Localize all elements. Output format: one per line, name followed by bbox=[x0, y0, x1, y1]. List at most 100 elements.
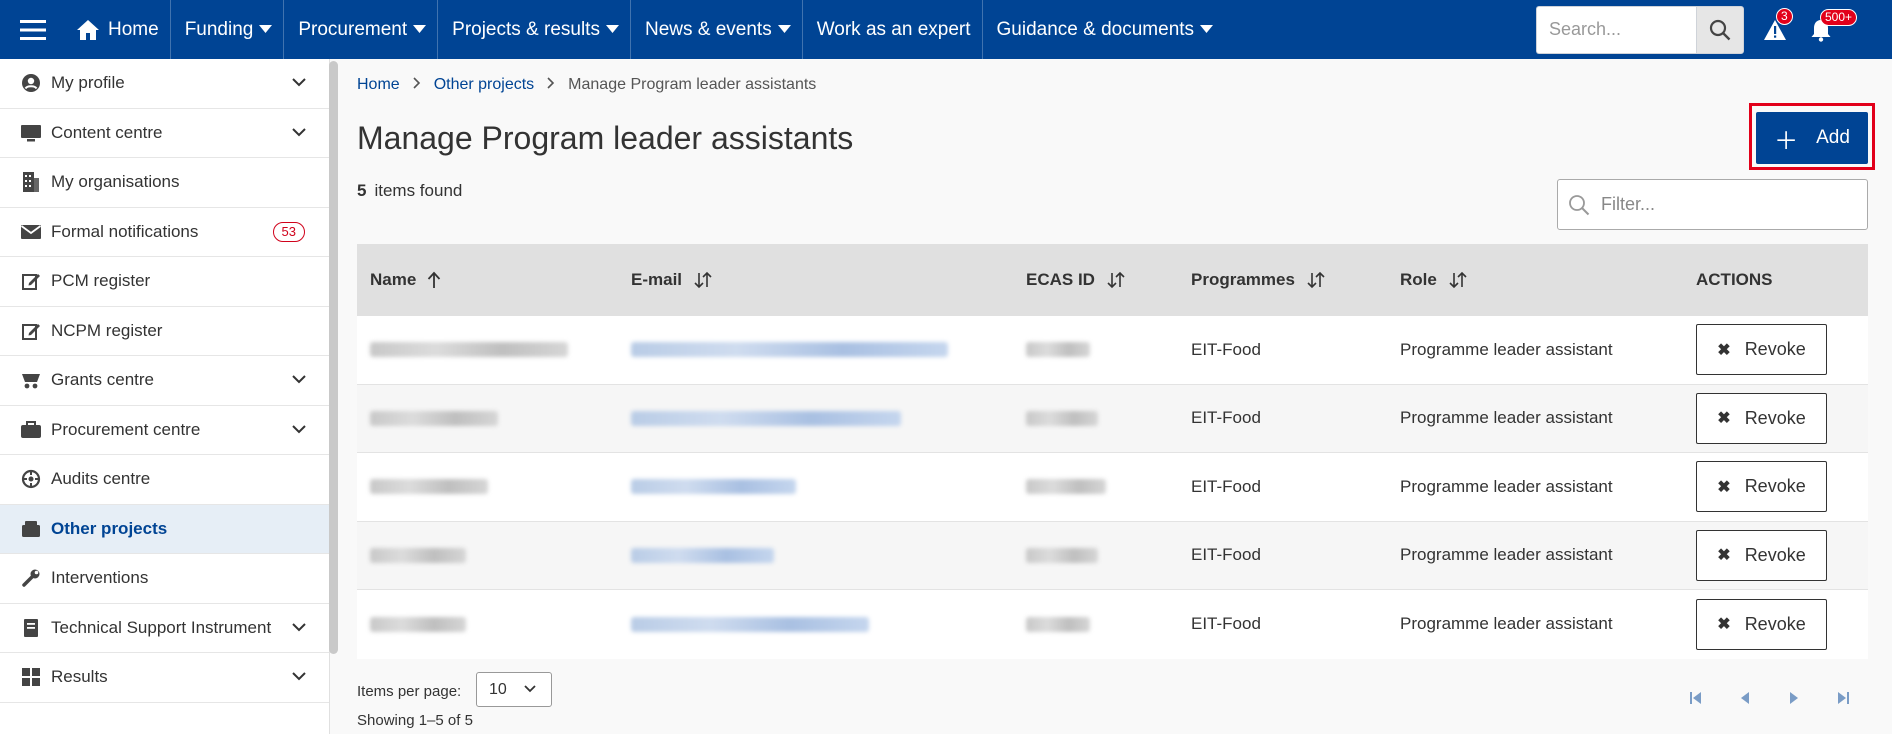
last-page-icon[interactable] bbox=[1835, 690, 1851, 706]
alerts-count-badge: 3 bbox=[1776, 8, 1793, 25]
items-per-page-select[interactable]: 10 bbox=[476, 672, 552, 707]
sidebar-item-audits-centre[interactable]: Audits centre bbox=[0, 455, 329, 505]
sidebar-item-procurement-centre[interactable]: Procurement centre bbox=[0, 406, 329, 455]
sort-icon bbox=[1107, 271, 1125, 289]
actions-cell: ✖ Revoke bbox=[1683, 453, 1868, 521]
breadcrumb-home-link[interactable]: Home bbox=[357, 76, 400, 94]
column-header-ecas-id[interactable]: ECAS ID bbox=[1013, 244, 1178, 316]
search-placeholder: Search... bbox=[1549, 19, 1622, 39]
alerts-button[interactable]: 3 bbox=[1752, 0, 1798, 59]
table-row: EIT-Food Programme leader assistant ✖ Rev… bbox=[357, 453, 1868, 522]
sidebar-item-my-organisations[interactable]: My organisations bbox=[0, 158, 329, 208]
notifications-count-badge: 500+ bbox=[1820, 9, 1858, 26]
column-header-label: Programmes bbox=[1191, 270, 1295, 289]
programme-cell: EIT-Food bbox=[1191, 476, 1261, 496]
sidebar-scrollbar[interactable] bbox=[329, 61, 338, 654]
chevron-down-icon bbox=[292, 622, 306, 631]
nav-guidance-documents[interactable]: Guidance & documents bbox=[983, 0, 1225, 59]
search-input[interactable]: Search... bbox=[1536, 5, 1696, 54]
add-button[interactable]: ＋ Add bbox=[1756, 112, 1868, 164]
items-per-page-value: 10 bbox=[489, 680, 507, 698]
column-header-programmes[interactable]: Programmes bbox=[1178, 244, 1387, 316]
column-header-name[interactable]: Name bbox=[357, 244, 618, 316]
close-icon: ✖ bbox=[1717, 616, 1731, 634]
wrench-icon bbox=[20, 567, 42, 589]
ecas-id-cell-redacted bbox=[1013, 590, 1178, 659]
sidebar-item-pcm-register[interactable]: PCM register bbox=[0, 257, 329, 307]
breadcrumb-other-projects-link[interactable]: Other projects bbox=[434, 76, 534, 94]
programme-cell: EIT-Food bbox=[1191, 408, 1261, 428]
ecas-id-cell-redacted bbox=[1013, 316, 1178, 384]
nav-guidance-documents-label: Guidance & documents bbox=[996, 18, 1195, 40]
revoke-label: Revoke bbox=[1744, 476, 1806, 497]
nav-funding[interactable]: Funding bbox=[171, 0, 285, 59]
ecas-id-cell-redacted bbox=[1013, 385, 1178, 453]
sidebar-item-label: Other projects bbox=[51, 518, 168, 538]
caret-down-icon bbox=[777, 25, 791, 33]
name-cell-redacted bbox=[357, 453, 618, 521]
sidebar-item-formal-notifications[interactable]: Formal notifications 53 bbox=[0, 208, 329, 257]
nav-procurement[interactable]: Procurement bbox=[284, 0, 439, 59]
chevron-down-icon bbox=[292, 424, 306, 433]
sidebar-item-technical-support-instrument[interactable]: Technical Support Instrument bbox=[0, 604, 329, 653]
next-page-icon[interactable] bbox=[1786, 690, 1802, 706]
chevron-down-icon bbox=[292, 78, 306, 87]
first-page-icon[interactable] bbox=[1688, 690, 1704, 706]
sort-icon bbox=[1449, 271, 1467, 289]
nav-work-as-expert-label: Work as an expert bbox=[816, 18, 971, 40]
search-button[interactable] bbox=[1696, 5, 1744, 54]
nav-work-as-expert[interactable]: Work as an expert bbox=[803, 0, 983, 59]
sidebar-item-my-profile[interactable]: My profile bbox=[0, 59, 329, 109]
notifications-count-badge: 53 bbox=[272, 221, 305, 242]
revoke-button[interactable]: ✖ Revoke bbox=[1696, 529, 1827, 581]
revoke-label: Revoke bbox=[1744, 339, 1806, 360]
sidebar: My profile Content centre My organisatio… bbox=[0, 59, 330, 734]
notifications-button[interactable]: 500+ bbox=[1798, 0, 1858, 59]
sidebar-item-label: Grants centre bbox=[51, 370, 154, 390]
previous-page-icon[interactable] bbox=[1737, 690, 1753, 706]
column-header-email[interactable]: E-mail bbox=[618, 244, 1013, 316]
revoke-button[interactable]: ✖ Revoke bbox=[1696, 461, 1827, 513]
sidebar-item-grants-centre[interactable]: Grants centre bbox=[0, 356, 329, 406]
breadcrumb: Home Other projects Manage Program leade… bbox=[357, 76, 816, 94]
name-cell-redacted bbox=[357, 316, 618, 384]
sidebar-item-label: PCM register bbox=[51, 271, 151, 291]
nav-home[interactable]: Home bbox=[66, 0, 171, 59]
revoke-button[interactable]: ✖ Revoke bbox=[1696, 324, 1827, 376]
ecas-id-cell-redacted bbox=[1013, 453, 1178, 521]
role-cell: Programme leader assistant bbox=[1400, 545, 1613, 565]
items-found-text: 5 items found bbox=[357, 181, 462, 201]
sort-icon bbox=[694, 271, 712, 289]
sidebar-item-label: Interventions bbox=[51, 568, 149, 588]
email-cell-redacted bbox=[618, 453, 1013, 521]
chevron-down-icon bbox=[524, 685, 536, 693]
sidebar-item-ncpm-register[interactable]: NCPM register bbox=[0, 307, 329, 356]
filter-placeholder: Filter... bbox=[1601, 194, 1656, 214]
nav-news-events[interactable]: News & events bbox=[631, 0, 803, 59]
revoke-button[interactable]: ✖ Revoke bbox=[1696, 392, 1827, 444]
table-row: EIT-Food Programme leader assistant ✖ Rev… bbox=[357, 384, 1868, 453]
sidebar-item-content-centre[interactable]: Content centre bbox=[0, 109, 329, 158]
actions-cell: ✖ Revoke bbox=[1683, 522, 1868, 590]
nav-funding-label: Funding bbox=[184, 18, 254, 40]
add-button-label: Add bbox=[1816, 127, 1850, 148]
sidebar-item-results[interactable]: Results bbox=[0, 653, 329, 703]
revoke-button[interactable]: ✖ Revoke bbox=[1696, 598, 1827, 650]
sidebar-item-interventions[interactable]: Interventions bbox=[0, 554, 329, 604]
sidebar-item-other-projects[interactable]: Other projects bbox=[0, 504, 329, 554]
email-cell-redacted bbox=[618, 590, 1013, 659]
nav-projects-results[interactable]: Projects & results bbox=[438, 0, 631, 59]
nav-news-events-label: News & events bbox=[644, 18, 772, 40]
book-icon bbox=[20, 617, 42, 639]
filter-input[interactable]: Filter... bbox=[1557, 179, 1868, 230]
close-icon: ✖ bbox=[1717, 478, 1731, 496]
search-icon bbox=[1569, 194, 1590, 215]
programme-cell: EIT-Food bbox=[1191, 614, 1261, 634]
user-circle-icon bbox=[20, 72, 42, 94]
showing-range-text: Showing 1–5 of 5 bbox=[357, 712, 473, 729]
nav-home-label: Home bbox=[108, 18, 159, 40]
menu-icon[interactable] bbox=[0, 0, 66, 59]
caret-down-icon bbox=[259, 25, 273, 33]
chevron-down-icon bbox=[292, 127, 306, 136]
column-header-role[interactable]: Role bbox=[1387, 244, 1683, 316]
